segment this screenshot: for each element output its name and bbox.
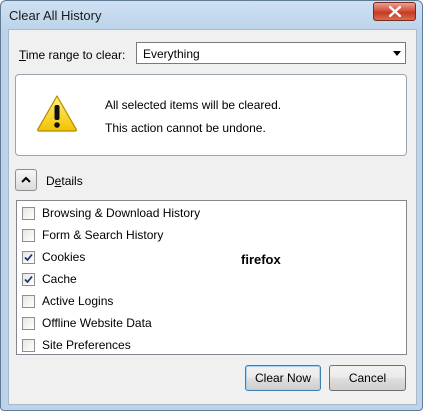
item-label: Cookies — [42, 250, 86, 264]
details-toggle-button[interactable] — [15, 169, 37, 191]
cancel-button[interactable]: Cancel — [329, 365, 406, 391]
item-label: Browsing & Download History — [42, 206, 201, 220]
warning-undo-notice: This action cannot be undone. — [105, 121, 266, 135]
time-range-select[interactable]: Everything — [136, 42, 406, 64]
checkbox[interactable] — [22, 229, 35, 242]
annotation-text: firefox — [241, 252, 281, 267]
checkbox[interactable] — [22, 251, 35, 264]
checkbox[interactable] — [22, 317, 35, 330]
checkmark-icon — [24, 253, 33, 262]
checkbox[interactable] — [22, 207, 35, 220]
time-range-label: Time range to clear: — [19, 48, 126, 62]
checkbox[interactable] — [22, 339, 35, 352]
time-range-value: Everything — [143, 47, 200, 61]
warning-message: All selected items will be cleared. — [105, 98, 282, 112]
chevron-up-icon — [21, 176, 31, 183]
item-label: Offline Website Data — [42, 316, 152, 330]
clear-now-button[interactable]: Clear Now — [245, 365, 321, 391]
warning-icon — [37, 95, 77, 132]
history-items-list: Browsing & Download History Form & Searc… — [16, 200, 407, 355]
close-button[interactable] — [373, 2, 416, 21]
details-label: Details — [46, 174, 83, 188]
clear-history-dialog: Clear All History Time range to clear: E… — [0, 0, 423, 411]
chevron-down-icon — [393, 51, 401, 56]
dialog-content: Time range to clear: Everything All sele… — [8, 29, 417, 405]
window-title: Clear All History — [9, 8, 102, 23]
item-label: Active Logins — [42, 294, 114, 308]
checkbox[interactable] — [22, 273, 35, 286]
close-icon — [389, 6, 401, 17]
checkmark-icon — [24, 275, 33, 284]
title-bar: Clear All History — [1, 1, 422, 29]
item-label: Site Preferences — [42, 338, 131, 352]
warning-panel: All selected items will be cleared. This… — [15, 74, 407, 156]
item-label: Cache — [42, 272, 77, 286]
checkbox[interactable] — [22, 295, 35, 308]
item-label: Form & Search History — [42, 228, 164, 242]
